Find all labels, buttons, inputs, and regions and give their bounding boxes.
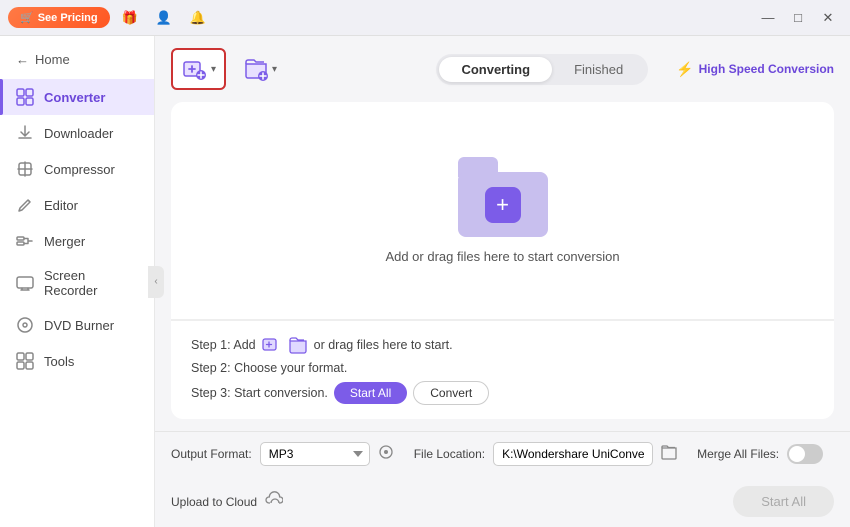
- app-container: ← Home Converter Downloader: [0, 0, 850, 527]
- sidebar-home-label: Home: [35, 52, 70, 67]
- file-location-label: File Location:: [414, 447, 485, 461]
- drop-zone-text: Add or drag files here to start conversi…: [385, 249, 619, 264]
- step1-add-folder-icon: [288, 335, 308, 355]
- toolbar: ▾ ▾ Converting: [155, 36, 850, 102]
- sidebar-converter-label: Converter: [44, 90, 105, 105]
- add-folder-icon: [242, 55, 270, 83]
- sidebar-item-downloader[interactable]: Downloader: [0, 115, 154, 151]
- step-2-row: Step 2: Choose your format.: [191, 361, 814, 375]
- upload-cloud-button[interactable]: [265, 491, 283, 512]
- high-speed-label: High Speed Conversion: [699, 62, 834, 76]
- sidebar-screen-recorder-label: Screen Recorder: [44, 268, 138, 298]
- tab-converting[interactable]: Converting: [439, 57, 552, 82]
- window-controls: — □ ✕: [754, 4, 842, 32]
- merge-files-field: Merge All Files:: [697, 444, 823, 464]
- add-file-button[interactable]: ▾: [171, 48, 226, 90]
- merge-files-toggle[interactable]: [787, 444, 823, 464]
- folder-plus-icon: +: [485, 187, 521, 223]
- sidebar-collapse-handle[interactable]: ‹: [148, 266, 164, 298]
- output-format-field: Output Format: MP3 MP4 AVI MOV: [171, 442, 394, 466]
- minimize-button[interactable]: —: [754, 4, 782, 32]
- upload-cloud-field: Upload to Cloud: [171, 491, 283, 512]
- sidebar-item-converter[interactable]: Converter: [0, 79, 154, 115]
- tab-bar: Converting Finished: [436, 54, 648, 85]
- file-location-field: File Location:: [414, 442, 677, 466]
- folder-illustration: +: [458, 157, 548, 237]
- step3-prefix: Step 3: Start conversion.: [191, 386, 328, 400]
- sidebar-downloader-label: Downloader: [44, 126, 113, 141]
- maximize-button[interactable]: □: [784, 4, 812, 32]
- gift-button[interactable]: 🎁: [116, 4, 144, 32]
- step1-add-file-icon: [262, 335, 282, 355]
- add-file-icon: [181, 55, 209, 83]
- step2-text: Step 2: Choose your format.: [191, 361, 347, 375]
- file-location-input[interactable]: [493, 442, 653, 466]
- sidebar-item-editor[interactable]: Editor: [0, 187, 154, 223]
- tab-converting-label: Converting: [461, 62, 530, 77]
- back-arrow-icon: ←: [16, 52, 29, 67]
- sidebar-item-dvd-burner[interactable]: DVD Burner: [0, 307, 154, 343]
- sidebar-item-merger[interactable]: Merger: [0, 223, 154, 259]
- step1-prefix: Step 1: Add: [191, 338, 256, 352]
- sidebar-editor-label: Editor: [44, 198, 78, 213]
- sidebar-tools-label: Tools: [44, 354, 74, 369]
- step-1-row: Step 1: Add: [191, 335, 814, 355]
- main-content: ▾ ▾ Converting: [155, 36, 850, 527]
- compressor-icon: [16, 160, 34, 178]
- add-file-chevron-icon: ▾: [211, 64, 216, 75]
- editor-icon: [16, 196, 34, 214]
- converter-area: + Add or drag files here to start conver…: [155, 102, 850, 431]
- main-card: + Add or drag files here to start conver…: [171, 102, 834, 419]
- bottom-bar: Output Format: MP3 MP4 AVI MOV File Loca…: [155, 431, 850, 527]
- sidebar-dvd-burner-label: DVD Burner: [44, 318, 114, 333]
- tab-finished[interactable]: Finished: [552, 57, 645, 82]
- see-pricing-label: See Pricing: [38, 12, 98, 24]
- lightning-icon: ⚡: [676, 61, 693, 78]
- screen-recorder-icon: [16, 274, 34, 292]
- sidebar: ← Home Converter Downloader: [0, 36, 155, 527]
- bell-button[interactable]: 🔔: [184, 4, 212, 32]
- step3-start-all-button[interactable]: Start All: [334, 382, 407, 404]
- see-pricing-button[interactable]: 🛒 See Pricing: [8, 7, 110, 28]
- close-button[interactable]: ✕: [814, 4, 842, 32]
- sidebar-merger-label: Merger: [44, 234, 85, 249]
- drop-zone-inner: + Add or drag files here to start conver…: [355, 127, 649, 294]
- file-location-browse-button[interactable]: [661, 444, 677, 465]
- sidebar-back[interactable]: ← Home: [0, 44, 154, 75]
- high-speed-conversion-button[interactable]: ⚡ High Speed Conversion: [676, 61, 834, 78]
- step1-suffix: or drag files here to start.: [314, 338, 453, 352]
- steps-section: Step 1: Add: [171, 320, 834, 419]
- add-folder-button[interactable]: ▾: [234, 50, 285, 88]
- tools-icon: [16, 352, 34, 370]
- sidebar-item-screen-recorder[interactable]: Screen Recorder: [0, 259, 154, 307]
- sidebar-compressor-label: Compressor: [44, 162, 115, 177]
- step-3-row: Step 3: Start conversion. Start All Conv…: [191, 381, 814, 405]
- upload-cloud-label: Upload to Cloud: [171, 495, 257, 509]
- title-bar: 🛒 See Pricing 🎁 👤 🔔 — □ ✕: [0, 0, 850, 36]
- sidebar-item-tools[interactable]: Tools: [0, 343, 154, 379]
- folder-body: +: [458, 172, 548, 237]
- output-format-label: Output Format:: [171, 447, 252, 461]
- converter-icon: [16, 88, 34, 106]
- dvd-burner-icon: [16, 316, 34, 334]
- step3-convert-button[interactable]: Convert: [413, 381, 489, 405]
- output-format-settings-button[interactable]: [378, 444, 394, 465]
- start-all-main-button[interactable]: Start All: [733, 486, 834, 517]
- sidebar-item-compressor[interactable]: Compressor: [0, 151, 154, 187]
- profile-button[interactable]: 👤: [150, 4, 178, 32]
- add-folder-chevron-icon: ▾: [272, 64, 277, 75]
- tab-finished-label: Finished: [574, 62, 623, 77]
- merger-icon: [16, 232, 34, 250]
- downloader-icon: [16, 124, 34, 142]
- title-bar-left: 🛒 See Pricing 🎁 👤 🔔: [8, 4, 212, 32]
- output-format-select[interactable]: MP3 MP4 AVI MOV: [260, 442, 370, 466]
- drop-zone[interactable]: + Add or drag files here to start conver…: [171, 102, 834, 319]
- merge-files-label: Merge All Files:: [697, 447, 779, 461]
- pricing-icon: 🛒: [20, 11, 34, 24]
